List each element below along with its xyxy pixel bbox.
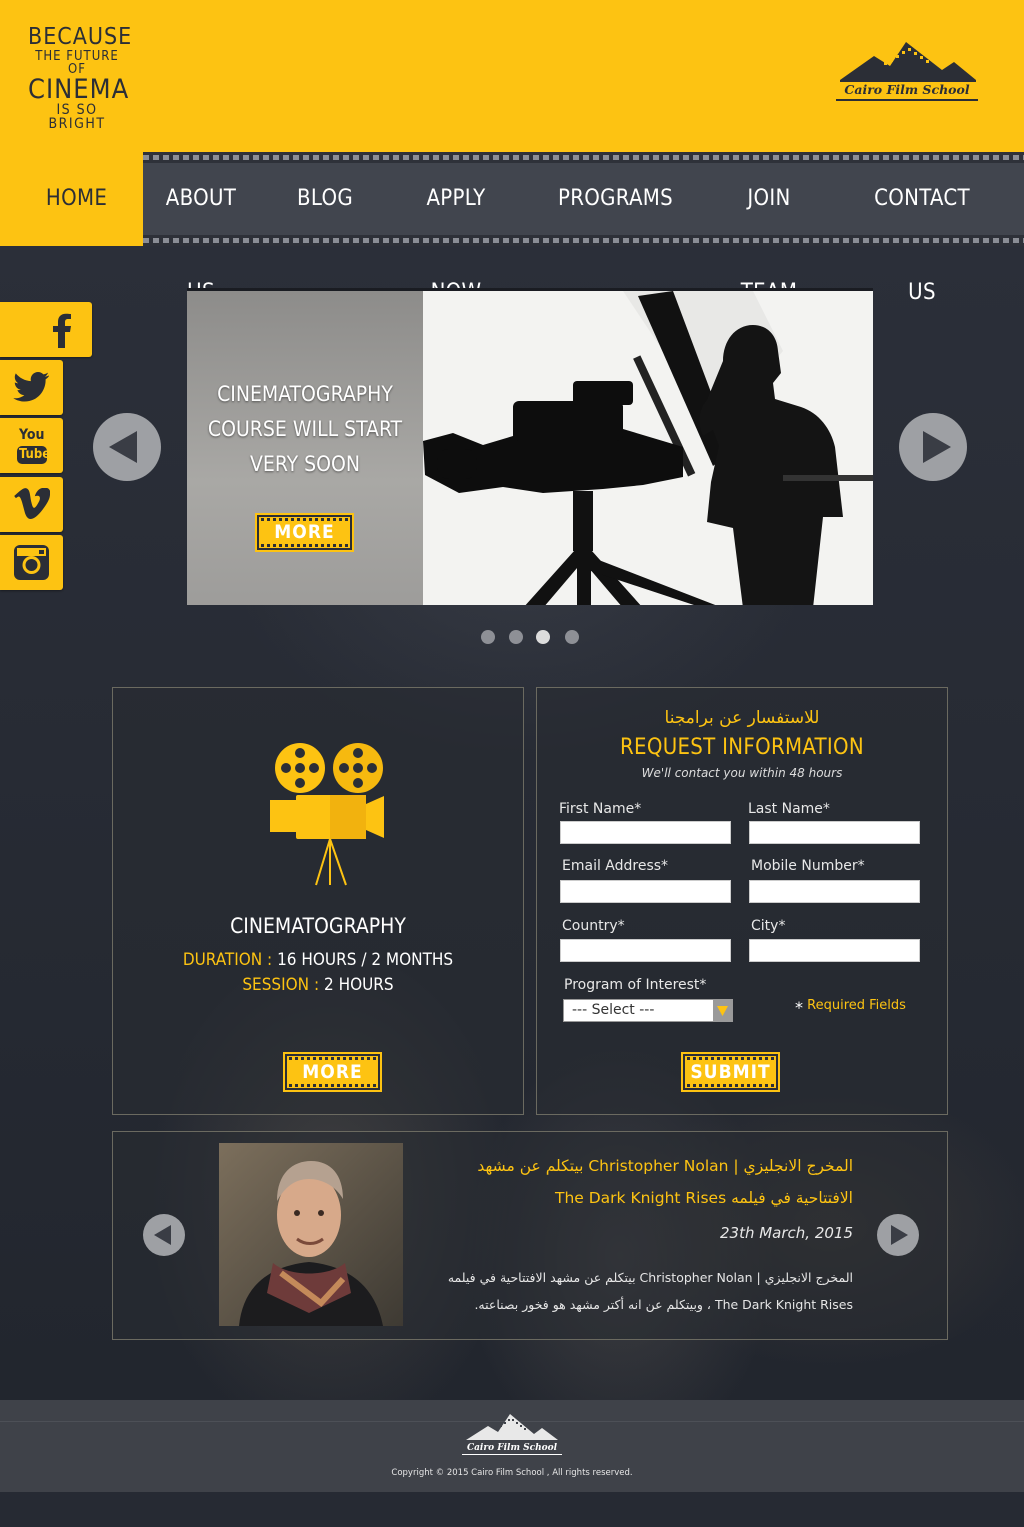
tagline-line: IS SO BRIGHT bbox=[48, 102, 106, 132]
program-label: Program of Interest* bbox=[564, 977, 707, 993]
news-date: 23th March, 2015 bbox=[719, 1224, 853, 1242]
cameraman-silhouette-image bbox=[423, 291, 873, 605]
tagline-line: CINEMA bbox=[28, 74, 130, 105]
duration-value: 16 HOURS / 2 MONTHS bbox=[277, 950, 454, 970]
facebook-icon bbox=[53, 313, 71, 348]
nav-item-home[interactable]: HOME bbox=[0, 152, 153, 246]
instagram-button[interactable] bbox=[0, 535, 63, 590]
tagline-line: THE FUTURE OF bbox=[35, 49, 119, 77]
required-fields-note: * Required Fields bbox=[795, 998, 906, 1017]
footer-logo[interactable] bbox=[462, 1412, 562, 1446]
course-duration: DURATION : 16 HOURS / 2 MONTHS bbox=[113, 950, 523, 970]
nav-item-apply-now[interactable]: APPLY NOW bbox=[400, 152, 512, 305]
last-name-label: Last Name* bbox=[748, 801, 830, 817]
required-fields-text: Required Fields bbox=[807, 998, 906, 1013]
arrow-left-icon bbox=[154, 1225, 171, 1245]
course-more-button[interactable]: MORE bbox=[283, 1052, 382, 1092]
arrow-right-icon bbox=[923, 431, 951, 463]
slider-dot[interactable] bbox=[509, 630, 523, 644]
email-label: Email Address* bbox=[562, 858, 669, 874]
slider-dot[interactable] bbox=[565, 630, 579, 644]
arrow-right-icon bbox=[891, 1225, 908, 1245]
email-field[interactable] bbox=[560, 880, 731, 903]
last-name-field[interactable] bbox=[749, 821, 920, 844]
slide-title-line: COURSE WILL START bbox=[207, 417, 403, 441]
youtube-button[interactable]: You Tube bbox=[0, 418, 63, 473]
vimeo-button[interactable] bbox=[0, 477, 63, 532]
duration-label: DURATION : bbox=[182, 950, 273, 970]
country-field[interactable] bbox=[560, 939, 731, 962]
twitter-icon bbox=[13, 372, 49, 402]
request-subtitle: We'll contact you within 48 hours bbox=[641, 766, 843, 780]
slide-title-line: VERY SOON bbox=[249, 452, 361, 476]
arrow-left-icon bbox=[109, 431, 137, 463]
program-select-value: --- Select --- bbox=[572, 1002, 655, 1018]
request-info-panel: للاستفسار عن برامجنا REQUEST INFORMATION… bbox=[536, 687, 948, 1115]
submit-button[interactable]: SUBMIT bbox=[681, 1052, 780, 1092]
slide-caption-panel: CINEMATOGRAPHY COURSE WILL START VERY SO… bbox=[187, 291, 423, 605]
footer-logo-text: Cairo Film School bbox=[462, 1443, 562, 1455]
program-select[interactable]: --- Select --- bbox=[563, 999, 733, 1022]
slider-slide: CINEMATOGRAPHY COURSE WILL START VERY SO… bbox=[187, 288, 873, 605]
youtube-text-you: You bbox=[19, 427, 45, 443]
slide-title-line: CINEMATOGRAPHY bbox=[217, 382, 393, 406]
news-panel: المخرج الانجليزي | Christopher Nolan بيت… bbox=[112, 1131, 948, 1340]
slide-title: CINEMATOGRAPHY COURSE WILL START VERY SO… bbox=[187, 377, 423, 482]
first-name-field[interactable] bbox=[560, 821, 731, 844]
nav-item-contact-us[interactable]: CONTACT US bbox=[860, 152, 984, 305]
news-title-line[interactable]: الافتتاحية في فيلمه The Dark Knight Rise… bbox=[413, 1182, 853, 1214]
session-label: SESSION : bbox=[242, 975, 320, 995]
facebook-button[interactable] bbox=[0, 302, 92, 357]
logo-text: Cairo Film School bbox=[836, 82, 978, 101]
mobile-label: Mobile Number* bbox=[751, 858, 865, 874]
course-session: SESSION : 2 HOURS bbox=[113, 975, 523, 995]
tagline-line: BECAUSE bbox=[28, 24, 133, 50]
required-star: * bbox=[795, 998, 803, 1017]
slider-dot-active[interactable] bbox=[536, 630, 550, 644]
course-panel: CINEMATOGRAPHY DURATION : 16 HOURS / 2 M… bbox=[112, 687, 524, 1115]
city-field[interactable] bbox=[749, 939, 920, 962]
session-value: 2 HOURS bbox=[323, 975, 394, 995]
slider-next-button[interactable] bbox=[899, 413, 967, 481]
chevron-down-icon bbox=[717, 1006, 728, 1016]
christopher-nolan-photo bbox=[219, 1143, 403, 1326]
news-next-button[interactable] bbox=[877, 1214, 919, 1256]
first-name-label: First Name* bbox=[559, 801, 642, 817]
youtube-text-tube: Tube bbox=[19, 447, 51, 462]
main-navigation: HOME ABOUT US BLOG APPLY NOW PROGRAMS JO… bbox=[0, 152, 1024, 305]
slide-more-button[interactable]: MORE bbox=[255, 513, 354, 552]
nav-item-blog[interactable]: BLOG bbox=[285, 152, 365, 246]
film-projector-icon bbox=[270, 743, 384, 886]
news-body-line: المخرج الانجليزي | Christopher Nolan بيت… bbox=[447, 1270, 853, 1285]
nav-item-programs[interactable]: PROGRAMS bbox=[558, 152, 673, 246]
copyright-text: Copyright © 2015 Cairo Film School , All… bbox=[391, 1468, 633, 1478]
tagline: BECAUSE THE FUTURE OF CINEMA IS SO BRIGH… bbox=[28, 24, 133, 132]
vimeo-icon bbox=[14, 488, 50, 519]
slider-prev-button[interactable] bbox=[93, 413, 161, 481]
site-footer: Cairo Film School Copyright © 2015 Cairo… bbox=[0, 1400, 1024, 1492]
slider-dot[interactable] bbox=[481, 630, 495, 644]
country-label: Country* bbox=[562, 918, 625, 934]
nav-item-join-team[interactable]: JOIN TEAM bbox=[716, 152, 822, 305]
site-header: BECAUSE THE FUTURE OF CINEMA IS SO BRIGH… bbox=[0, 0, 1024, 152]
course-name: CINEMATOGRAPHY bbox=[230, 914, 406, 938]
request-arabic-title: للاستفسار عن برامجنا bbox=[664, 708, 820, 728]
city-label: City* bbox=[751, 918, 786, 934]
nav-item-about-us[interactable]: ABOUT US bbox=[150, 152, 252, 305]
news-prev-button[interactable] bbox=[143, 1214, 185, 1256]
request-title: REQUEST INFORMATION bbox=[619, 735, 864, 760]
mobile-field[interactable] bbox=[749, 880, 920, 903]
twitter-button[interactable] bbox=[0, 360, 63, 415]
news-body-line: The Dark Knight Rises ، وبيتكلم عن انه أ… bbox=[474, 1297, 853, 1312]
dropdown-button[interactable] bbox=[713, 1000, 732, 1021]
instagram-icon bbox=[14, 545, 49, 580]
news-title-line[interactable]: المخرج الانجليزي | Christopher Nolan بيت… bbox=[413, 1150, 853, 1182]
